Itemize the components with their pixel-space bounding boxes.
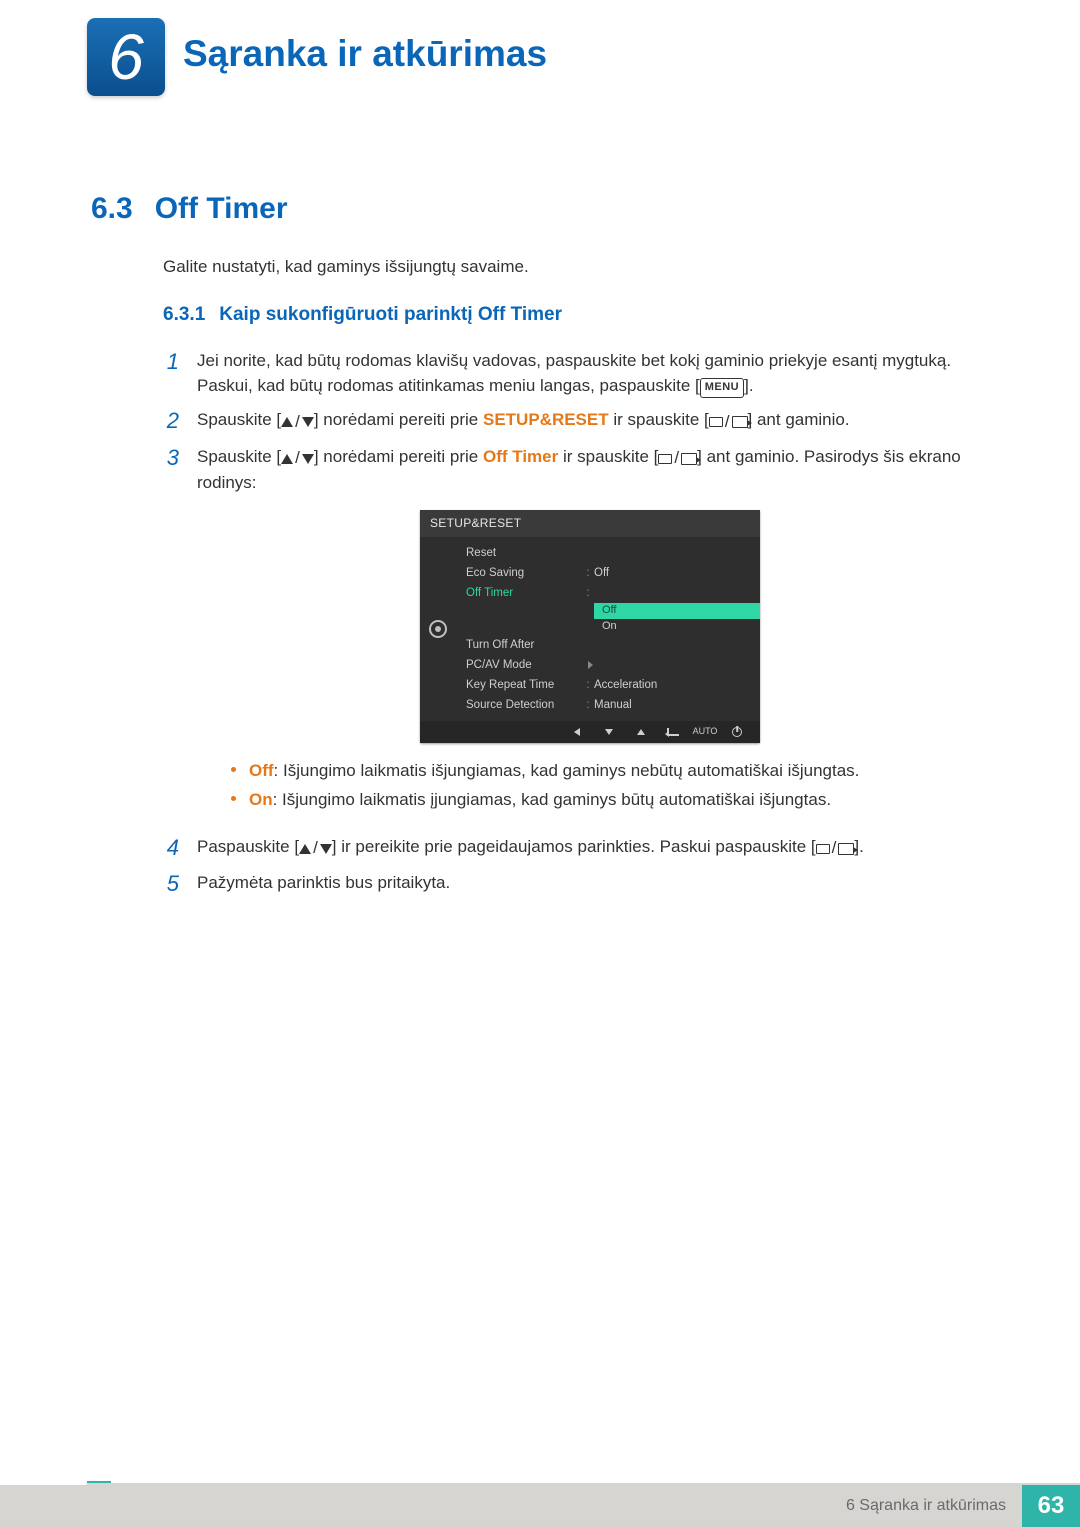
value: Off	[594, 565, 760, 582]
chevron-right-icon	[582, 661, 598, 669]
term: On	[249, 790, 273, 809]
chapter-badge: 6	[87, 18, 165, 96]
osd-row-offtimer: Off Timer:	[462, 583, 760, 603]
text: ].	[744, 376, 753, 395]
step-2: 2 Spauskite [ / ] norėdami pereiti prie …	[163, 408, 983, 434]
colon: :	[582, 696, 594, 713]
text: : Išjungimo laikmatis išjungiamas, kad g…	[274, 761, 860, 780]
osd-menu: Reset Eco Saving:Off Off Timer: Off On T…	[456, 537, 760, 721]
osd-title: SETUP&RESET	[420, 510, 760, 537]
colon: :	[582, 584, 594, 601]
label: Reset	[462, 545, 582, 562]
down-icon	[600, 726, 618, 738]
text: ] ant gaminio.	[748, 410, 850, 429]
step-body: Paspauskite [ / ] ir pereikite prie page…	[197, 835, 983, 861]
term: Off	[249, 761, 274, 780]
step-body: Spauskite [ / ] norėdami pereiti prie Of…	[197, 445, 983, 825]
manual-page: 6 Sąranka ir atkūrimas 6.3 Off Timer Gal…	[0, 0, 1080, 1527]
label: PC/AV Mode	[462, 657, 582, 674]
step-3: 3 Spauskite [ / ] norėdami pereiti prie …	[163, 445, 983, 825]
value: Acceleration	[594, 677, 760, 694]
text: : Išjungimo laikmatis įjungiamas, kad ga…	[273, 790, 831, 809]
text: Paspauskite [	[197, 837, 299, 856]
up-down-icon: /	[299, 836, 332, 861]
footer-label: 6 Sąranka ir atkūrimas	[0, 1485, 1022, 1527]
osd-row-srcdetect: Source Detection:Manual	[462, 695, 760, 715]
chapter-title: Sąranka ir atkūrimas	[183, 33, 547, 75]
up-down-icon: /	[281, 446, 314, 471]
text: ir spauskite [	[558, 447, 658, 466]
osd-body: Reset Eco Saving:Off Off Timer: Off On T…	[420, 537, 760, 721]
up-down-icon: /	[281, 410, 314, 435]
label: Key Repeat Time	[462, 677, 582, 694]
osd-row-keyrepeat: Key Repeat Time:Acceleration	[462, 675, 760, 695]
back-icon	[568, 726, 586, 738]
colon: :	[582, 676, 594, 693]
section-title: Off Timer	[155, 192, 288, 226]
colon: :	[582, 564, 594, 581]
keyword: SETUP&RESET	[483, 410, 609, 429]
osd-row-reset: Reset	[462, 543, 760, 563]
osd-options: Off On	[594, 603, 760, 635]
osd-row-turnoff: Turn Off After	[462, 635, 760, 655]
page-footer: 6 Sąranka ir atkūrimas 63	[0, 1485, 1080, 1527]
step-number: 5	[163, 871, 179, 897]
subsection-heading: 6.3.1 Kaip sukonfigūruoti parinktį Off T…	[163, 304, 562, 326]
step-number: 4	[163, 835, 179, 861]
osd-footer: AUTO	[420, 721, 760, 743]
bullet-list: Off: Išjungimo laikmatis išjungiamas, ka…	[231, 757, 983, 815]
text: ] ir pereikite prie pageidaujamos parink…	[332, 837, 816, 856]
steps-list: 1 Jei norite, kad būtų rodomas klavišų v…	[163, 349, 983, 907]
step-body: Pažymėta parinktis bus pritaikyta.	[197, 871, 983, 897]
text: ] norėdami pereiti prie	[314, 410, 483, 429]
label: Off Timer	[462, 585, 582, 602]
osd-screenshot: SETUP&RESET Reset Eco Saving:Off Off Tim…	[197, 510, 983, 743]
label: Turn Off After	[462, 637, 582, 654]
osd-row-pcav: PC/AV Mode	[462, 655, 760, 675]
text: Paskui, kad būtų rodomas atitinkamas men…	[197, 376, 700, 395]
step-5: 5 Pažymėta parinktis bus pritaikyta.	[163, 871, 983, 897]
osd-option-off: Off	[594, 603, 760, 619]
subsection-number: 6.3.1	[163, 304, 205, 326]
keyword: Off Timer	[483, 447, 558, 466]
enter-source-icon: /	[658, 446, 697, 471]
text: ] norėdami pereiti prie	[314, 447, 483, 466]
gear-icon	[429, 620, 447, 638]
text: ir spauskite [	[609, 410, 709, 429]
enter-source-icon: /	[709, 410, 748, 435]
menu-icon: MENU	[700, 378, 744, 398]
subsection-title: Kaip sukonfigūruoti parinktį Off Timer	[219, 304, 562, 326]
step-4: 4 Paspauskite [ / ] ir pereikite prie pa…	[163, 835, 983, 861]
step-number: 2	[163, 408, 179, 434]
osd-row-eco: Eco Saving:Off	[462, 563, 760, 583]
power-icon	[728, 726, 746, 738]
enter-source-icon: /	[816, 836, 855, 861]
label: Source Detection	[462, 697, 582, 714]
bullet-off: Off: Išjungimo laikmatis išjungiamas, ka…	[231, 757, 983, 786]
text: Spauskite [	[197, 410, 281, 429]
text: Jei norite, kad būtų rodomas klavišų vad…	[197, 351, 951, 370]
bullet-on: On: Išjungimo laikmatis įjungiamas, kad …	[231, 786, 983, 815]
osd-window: SETUP&RESET Reset Eco Saving:Off Off Tim…	[420, 510, 760, 743]
auto-label: AUTO	[696, 726, 714, 738]
step-body: Jei norite, kad būtų rodomas klavišų vad…	[197, 349, 983, 398]
section-heading: 6.3 Off Timer	[91, 192, 288, 226]
osd-option-on: On	[594, 619, 760, 635]
value: Manual	[594, 697, 760, 714]
osd-sidebar	[420, 537, 456, 721]
text: Spauskite [	[197, 447, 281, 466]
step-number: 1	[163, 349, 179, 398]
chapter-number: 6	[108, 25, 144, 89]
section-number: 6.3	[91, 192, 133, 226]
section-intro: Galite nustatyti, kad gaminys išsijungtų…	[163, 257, 529, 277]
page-number: 63	[1022, 1485, 1080, 1527]
up-icon	[632, 726, 650, 738]
step-1: 1 Jei norite, kad būtų rodomas klavišų v…	[163, 349, 983, 398]
enter-icon	[664, 726, 682, 738]
step-number: 3	[163, 445, 179, 825]
step-body: Spauskite [ / ] norėdami pereiti prie SE…	[197, 408, 983, 434]
label: Eco Saving	[462, 565, 582, 582]
